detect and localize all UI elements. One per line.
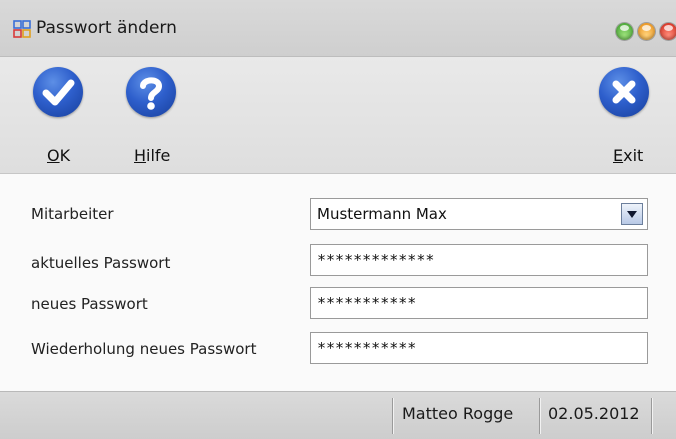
exit-label: Exit	[613, 146, 644, 165]
ok-button[interactable]: OK	[33, 67, 83, 171]
employee-value: Mustermann Max	[317, 205, 447, 223]
current-password-field[interactable]: *************	[310, 244, 648, 276]
help-label: Hilfe	[134, 146, 171, 165]
password-change-window: Passwort ändern OK Hilfe Exit Mitarbeite…	[0, 0, 676, 439]
close-window-button[interactable]	[660, 23, 676, 40]
checkmark-icon	[33, 67, 83, 117]
ok-label: OK	[47, 146, 71, 165]
status-user: Matteo Rogge	[402, 404, 514, 423]
question-icon	[126, 67, 176, 117]
new-password-label: neues Passwort	[31, 295, 148, 313]
status-separator	[392, 398, 393, 434]
toolbar: OK Hilfe Exit	[0, 57, 676, 174]
exit-button[interactable]: Exit	[599, 67, 649, 171]
status-separator	[651, 398, 652, 434]
close-icon	[599, 67, 649, 117]
employee-select[interactable]: Mustermann Max	[310, 198, 648, 230]
window-title: Passwort ändern	[36, 18, 177, 38]
app-grid-icon	[13, 20, 31, 38]
status-separator	[539, 398, 540, 434]
repeat-password-field[interactable]: ***********	[310, 332, 648, 364]
chevron-down-icon[interactable]	[621, 203, 643, 225]
title-bar: Passwort ändern	[0, 0, 676, 57]
current-password-label: aktuelles Passwort	[31, 254, 171, 272]
password-form: Mitarbeiter Mustermann Max aktuelles Pas…	[0, 174, 676, 389]
repeat-password-label: Wiederholung neues Passwort	[31, 340, 257, 358]
employee-label: Mitarbeiter	[31, 205, 114, 223]
status-date: 02.05.2012	[548, 404, 640, 423]
help-button[interactable]: Hilfe	[126, 67, 176, 171]
maximize-button[interactable]	[638, 23, 655, 40]
new-password-field[interactable]: ***********	[310, 287, 648, 319]
minimize-button[interactable]	[616, 23, 633, 40]
status-bar: Matteo Rogge 02.05.2012	[0, 391, 676, 439]
